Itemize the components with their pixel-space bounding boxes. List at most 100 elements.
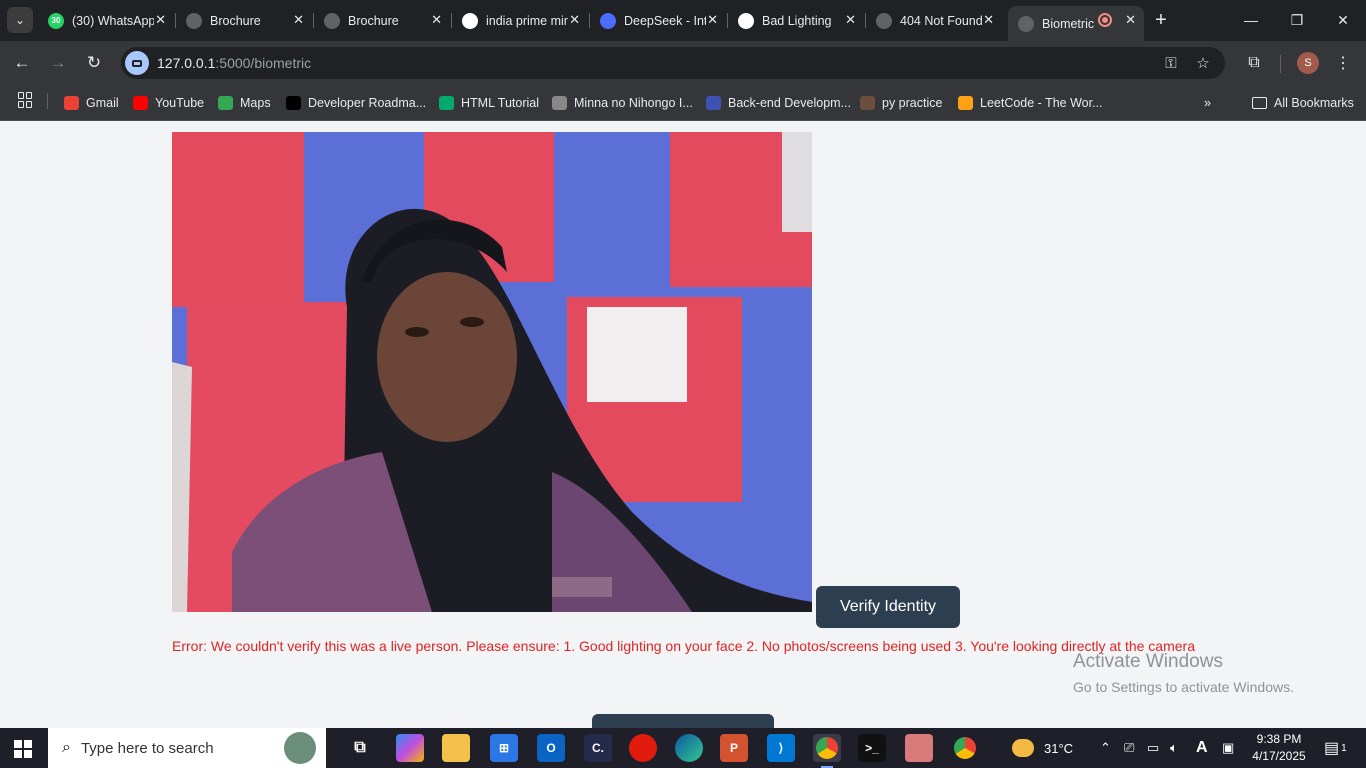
- volume-icon[interactable]: 🔈︎: [1170, 728, 1178, 768]
- globe-icon: [876, 12, 892, 29]
- browser-toolbar: ← → ↻ 127.0.0.1:5000/biometric ⚿ ☆ ⧉ S ⋮: [0, 41, 1366, 85]
- tab-title: (30) WhatsApp: [72, 13, 154, 28]
- openai-icon: [738, 12, 754, 29]
- start-button[interactable]: [14, 740, 32, 758]
- maps-icon: [218, 96, 233, 110]
- globe-icon: [1018, 15, 1034, 32]
- tray-device-icon[interactable]: ⎚: [1124, 728, 1134, 768]
- bookmark-item[interactable]: LeetCode - The Wor...: [958, 93, 1103, 113]
- language-icon[interactable]: A: [1196, 728, 1208, 768]
- tab-search-icon[interactable]: ⌄: [7, 7, 33, 33]
- tray-chevron-icon[interactable]: ⌃: [1100, 728, 1111, 768]
- powerpoint-icon[interactable]: P: [720, 734, 748, 762]
- back-icon[interactable]: ←: [10, 51, 34, 75]
- tab-5[interactable]: Bad Lighting ✕: [728, 6, 864, 35]
- tab-6[interactable]: 404 Not Found ✕: [866, 6, 1002, 35]
- close-window-icon[interactable]: ✕: [1331, 8, 1355, 32]
- url-text[interactable]: 127.0.0.1:5000/biometric: [157, 55, 311, 71]
- cc-icon: [860, 96, 875, 110]
- book-icon: [552, 96, 567, 110]
- tab-close-icon[interactable]: ✕: [845, 12, 856, 28]
- bookmark-star-icon[interactable]: ☆: [1193, 53, 1213, 73]
- edge-icon[interactable]: [675, 734, 703, 762]
- taskbar-search[interactable]: ⌕ Type here to search: [48, 728, 326, 768]
- tab-close-icon[interactable]: ✕: [983, 12, 994, 28]
- search-icon: ⌕: [62, 739, 71, 756]
- bookmark-label: Minna no Nihongo I...: [574, 96, 693, 110]
- whatsapp-icon: 30: [48, 12, 64, 29]
- tab-separator: [589, 13, 590, 28]
- bookmark-item[interactable]: YouTube: [133, 93, 204, 113]
- file-explorer-icon[interactable]: [442, 734, 470, 762]
- restore-icon[interactable]: ❐: [1285, 8, 1309, 32]
- bookmark-item[interactable]: Gmail: [64, 93, 119, 113]
- keyboard-icon[interactable]: ▣: [1222, 728, 1234, 768]
- outlook-icon[interactable]: O: [537, 734, 565, 762]
- chrome-icon[interactable]: [951, 734, 979, 762]
- menu-icon[interactable]: ⋮: [1331, 51, 1355, 75]
- course-icon: [706, 96, 721, 110]
- bookmark-item[interactable]: py practice: [860, 93, 942, 113]
- apps-grid-icon[interactable]: [18, 92, 34, 108]
- snipping-tool-icon[interactable]: [905, 734, 933, 762]
- url-path: :5000/biometric: [215, 55, 312, 71]
- profile-avatar[interactable]: S: [1297, 52, 1319, 74]
- task-view-icon[interactable]: ⧉: [346, 734, 374, 762]
- bookmark-label: Maps: [240, 96, 271, 110]
- password-key-icon[interactable]: ⚿: [1161, 53, 1181, 73]
- bookmark-item[interactable]: Back-end Developm...: [706, 93, 851, 113]
- reload-icon[interactable]: ↻: [82, 51, 106, 75]
- tab-close-icon[interactable]: ✕: [155, 12, 166, 28]
- error-message: Error: We couldn't verify this was a liv…: [172, 638, 1195, 654]
- tab-close-icon[interactable]: ✕: [707, 12, 718, 28]
- deepseek-icon: [600, 12, 616, 29]
- bookmark-item[interactable]: Maps: [218, 93, 271, 113]
- tab-close-icon[interactable]: ✕: [431, 12, 442, 28]
- tab-strip: ⌄ 30 (30) WhatsApp ✕ Brochure ✕ Brochure ✕ indi…: [0, 0, 1366, 41]
- tab-close-icon[interactable]: ✕: [1125, 12, 1136, 28]
- google-icon: [462, 12, 478, 29]
- minimize-icon[interactable]: —: [1239, 8, 1263, 32]
- bookmark-label: YouTube: [155, 96, 205, 110]
- address-bar[interactable]: 127.0.0.1:5000/biometric ⚿ ☆: [121, 47, 1225, 79]
- tab-7[interactable]: Biometric ✕: [1008, 6, 1144, 41]
- weather-widget[interactable]: 31°C: [1012, 728, 1073, 768]
- terminal-icon[interactable]: >_: [858, 734, 886, 762]
- youtube-icon: [133, 96, 148, 110]
- partially-visible-button[interactable]: [592, 714, 774, 728]
- extensions-icon[interactable]: ⧉: [1242, 51, 1266, 75]
- new-tab-icon[interactable]: +: [1150, 9, 1172, 31]
- clock[interactable]: 9:38 PM 4/17/2025: [1246, 731, 1312, 765]
- forward-icon[interactable]: →: [46, 51, 70, 75]
- verify-identity-button[interactable]: Verify Identity: [816, 586, 960, 628]
- tab-0[interactable]: 30 (30) WhatsApp ✕: [38, 6, 174, 35]
- tab-1[interactable]: Brochure ✕: [176, 6, 312, 35]
- tab-4[interactable]: DeepSeek - Into the Unknown✕: [590, 6, 726, 35]
- notifications-icon[interactable]: ▤ 1: [1324, 728, 1347, 768]
- webcam-video-feed: [172, 132, 812, 612]
- tab-title: Bad Lighting: [762, 13, 832, 28]
- record-app-icon[interactable]: [629, 734, 657, 762]
- microsoft-store-icon[interactable]: ⊞: [490, 734, 518, 762]
- all-bookmarks[interactable]: All Bookmarks: [1252, 93, 1354, 113]
- url-host: 127.0.0.1: [157, 55, 216, 71]
- tab-3[interactable]: india prime minister✕: [452, 6, 588, 35]
- bookmark-item[interactable]: HTML Tutorial: [439, 93, 539, 113]
- chrome-profile-icon[interactable]: [813, 734, 841, 768]
- tab-2[interactable]: Brochure ✕: [314, 6, 450, 35]
- roadmap-icon: [286, 96, 301, 110]
- leetcode-icon: [958, 96, 973, 110]
- folder-icon: [1252, 97, 1267, 109]
- toolbar-divider: [1280, 55, 1281, 73]
- clion-icon[interactable]: C.: [584, 734, 612, 762]
- vscode-icon[interactable]: ⟩: [767, 734, 795, 762]
- battery-icon[interactable]: ▭: [1147, 728, 1159, 768]
- tab-close-icon[interactable]: ✕: [569, 12, 580, 28]
- more-bookmarks-icon[interactable]: »: [1204, 93, 1211, 113]
- copilot-icon[interactable]: [396, 734, 424, 762]
- camera-in-use-icon[interactable]: [125, 51, 149, 75]
- bookmark-item[interactable]: Developer Roadma...: [286, 93, 426, 113]
- bookmark-item[interactable]: Minna no Nihongo I...: [552, 93, 693, 113]
- tab-close-icon[interactable]: ✕: [293, 12, 304, 28]
- search-placeholder: Type here to search: [80, 739, 214, 757]
